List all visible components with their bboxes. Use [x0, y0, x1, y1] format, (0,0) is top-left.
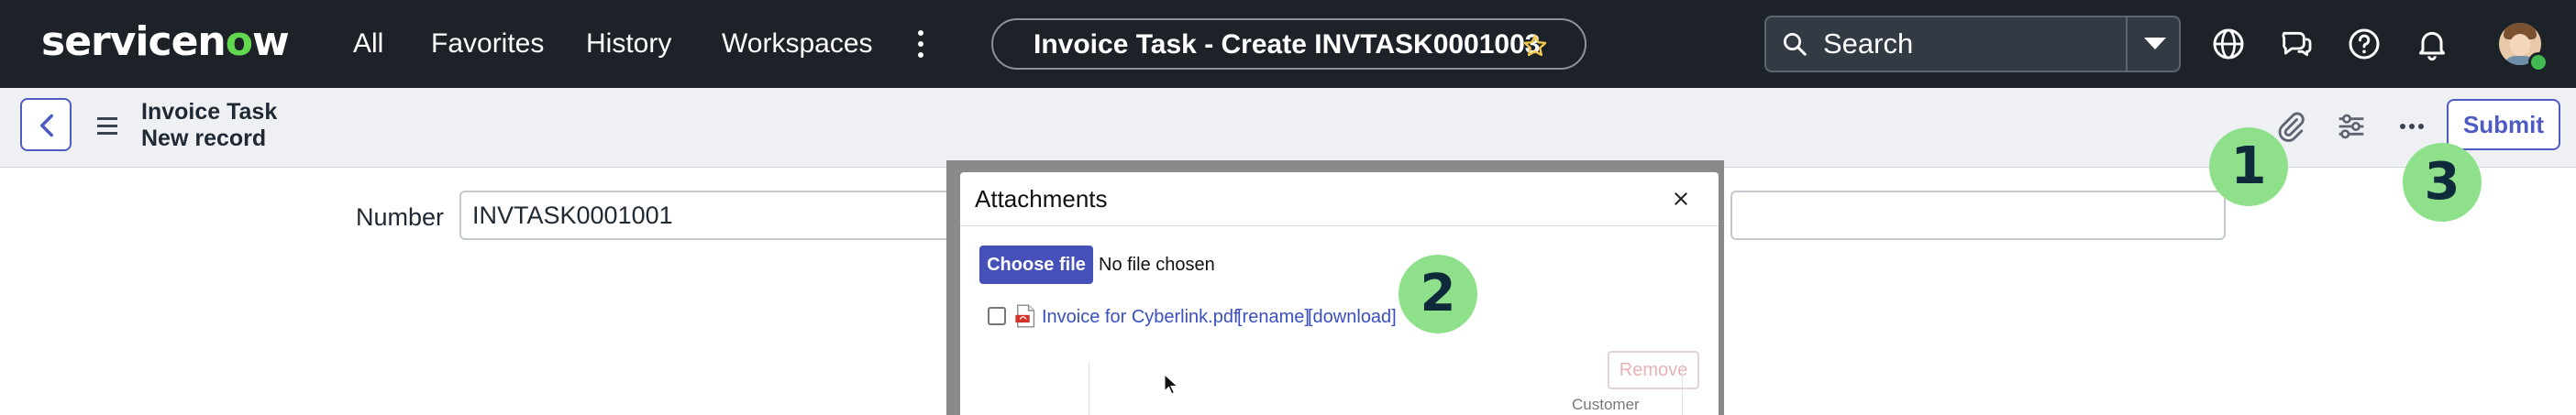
annotation-badge-1: 1 [2209, 127, 2288, 206]
pdf-file-icon [1015, 304, 1035, 328]
bell-icon[interactable] [2414, 26, 2450, 62]
nav-history[interactable]: History [586, 26, 671, 62]
occluded-column-label: Customer [1572, 396, 1640, 413]
form-menu-icon[interactable] [97, 117, 117, 139]
right-field-input[interactable] [1730, 191, 2226, 240]
dialog-title: Attachments [975, 185, 1108, 213]
choose-file-button[interactable]: Choose file [979, 246, 1093, 284]
chevron-left-icon [40, 114, 53, 137]
record-subtitle: New record [141, 126, 267, 151]
record-table-title: Invoice Task [141, 99, 278, 125]
more-menu-icon[interactable] [913, 27, 928, 60]
number-label: Number [356, 203, 445, 231]
annotation-badge-3: 3 [2403, 143, 2482, 222]
background-table-line [1682, 363, 1683, 415]
help-icon[interactable] [2346, 26, 2383, 62]
submit-button[interactable]: Submit [2447, 99, 2560, 150]
dialog-divider [960, 225, 1719, 226]
chat-icon[interactable] [2278, 26, 2315, 62]
close-icon[interactable] [1673, 191, 1689, 207]
nav-favorites[interactable]: Favorites [431, 26, 544, 62]
back-button[interactable] [20, 98, 72, 151]
favorite-star-icon[interactable] [1522, 33, 1548, 59]
presence-status-icon [2528, 52, 2548, 72]
attachments-dialog: Attachments Choose file No file chosen I… [960, 172, 1719, 415]
personalize-sliders-icon[interactable] [2333, 108, 2370, 145]
global-search[interactable]: Search [1764, 16, 2181, 72]
search-divider [2126, 17, 2128, 71]
servicenow-logo[interactable]: servicenow [41, 16, 290, 68]
search-input[interactable]: Search [1823, 26, 1913, 62]
download-link[interactable]: [download] [1308, 306, 1397, 328]
globe-icon[interactable] [2210, 26, 2247, 62]
record-context-title: Invoice Task - Create INVTASK0001003 [1034, 29, 1541, 60]
number-input[interactable]: INVTASK0001001 [459, 191, 955, 240]
record-context-pill[interactable]: Invoice Task - Create INVTASK0001003 [991, 18, 1587, 70]
record-header-bar: Invoice Task New record Submit [0, 88, 2576, 168]
search-icon [1784, 33, 1807, 56]
remove-button[interactable]: Remove [1608, 351, 1699, 389]
annotation-badge-2: 2 [1399, 255, 1477, 333]
chevron-down-icon[interactable] [2144, 38, 2166, 49]
nav-workspaces[interactable]: Workspaces [722, 26, 873, 62]
file-status-text: No file chosen [1099, 255, 1215, 275]
attachment-file-link[interactable]: Invoice for Cyberlink.pdf [1042, 306, 1239, 328]
top-navigation-bar: servicenow All Favorites History Workspa… [0, 0, 2576, 88]
rename-link[interactable]: [rename] [1237, 306, 1310, 328]
more-actions-icon[interactable] [2394, 108, 2430, 145]
mouse-pointer-icon [1164, 373, 1179, 396]
attachment-checkbox[interactable] [988, 307, 1006, 325]
nav-all[interactable]: All [353, 26, 383, 62]
